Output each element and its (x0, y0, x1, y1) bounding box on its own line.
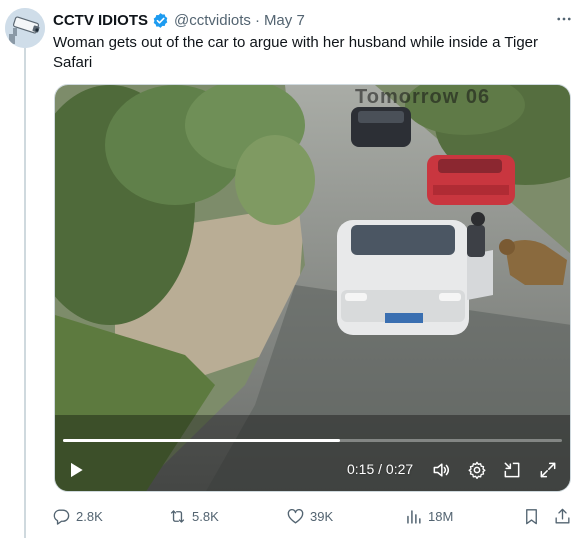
share-icon (555, 508, 570, 524)
bar-chart-icon (407, 509, 421, 524)
thread-line (24, 48, 26, 538)
expand-icon (540, 462, 556, 478)
view-count: 18M (428, 508, 454, 524)
more-horizontal-icon (557, 17, 571, 21)
reply-count: 2.8K (76, 508, 103, 524)
video-time: 0:15 / 0:27 (347, 461, 414, 477)
like-button[interactable]: 39K (286, 503, 333, 529)
tweet-text: Woman gets out of the car to argue with … (53, 34, 539, 71)
views-button[interactable]: 18M (404, 503, 453, 529)
repost-icon (170, 509, 185, 523)
display-name[interactable]: CCTV IDIOTS (53, 12, 148, 29)
volume-button[interactable] (428, 457, 454, 483)
video-frame (55, 85, 570, 491)
gear-icon (468, 461, 486, 479)
repost-count: 5.8K (192, 508, 219, 524)
fullscreen-button[interactable] (535, 457, 561, 483)
bookmark-icon (526, 508, 537, 524)
video-watermark: Tomorrow 06 (355, 86, 491, 108)
progress-fill (63, 439, 341, 442)
settings-button[interactable] (464, 457, 490, 483)
verified-badge-icon (152, 12, 169, 29)
tweet-date[interactable]: May 7 (264, 12, 305, 29)
tweet-header: CCTV IDIOTS @cctvidiots · May 7 (53, 10, 575, 30)
more-options-button[interactable] (553, 8, 575, 30)
tweet-actions: 2.8K 5.8K 39K 18M (50, 503, 575, 529)
picture-in-picture-button[interactable] (499, 457, 525, 483)
play-icon (71, 462, 83, 478)
video-player[interactable]: Tomorrow 06 0:15 / 0:27 (54, 84, 571, 492)
cctv-camera-icon (5, 8, 45, 48)
reply-button[interactable]: 2.8K (52, 503, 103, 529)
heart-icon (287, 508, 304, 524)
progress-bar[interactable] (63, 439, 562, 442)
volume-icon (433, 463, 450, 477)
play-button[interactable] (65, 457, 87, 483)
minimize-icon (504, 462, 520, 478)
repost-button[interactable]: 5.8K (168, 503, 219, 529)
share-button[interactable] (553, 503, 572, 529)
bookmark-button[interactable] (522, 503, 541, 529)
separator-dot: · (254, 11, 260, 29)
avatar[interactable] (5, 8, 45, 48)
author-handle[interactable]: @cctvidiots (174, 12, 251, 29)
like-count: 39K (310, 508, 334, 524)
video-controls: 0:15 / 0:27 (55, 457, 570, 485)
reply-icon (53, 508, 70, 525)
